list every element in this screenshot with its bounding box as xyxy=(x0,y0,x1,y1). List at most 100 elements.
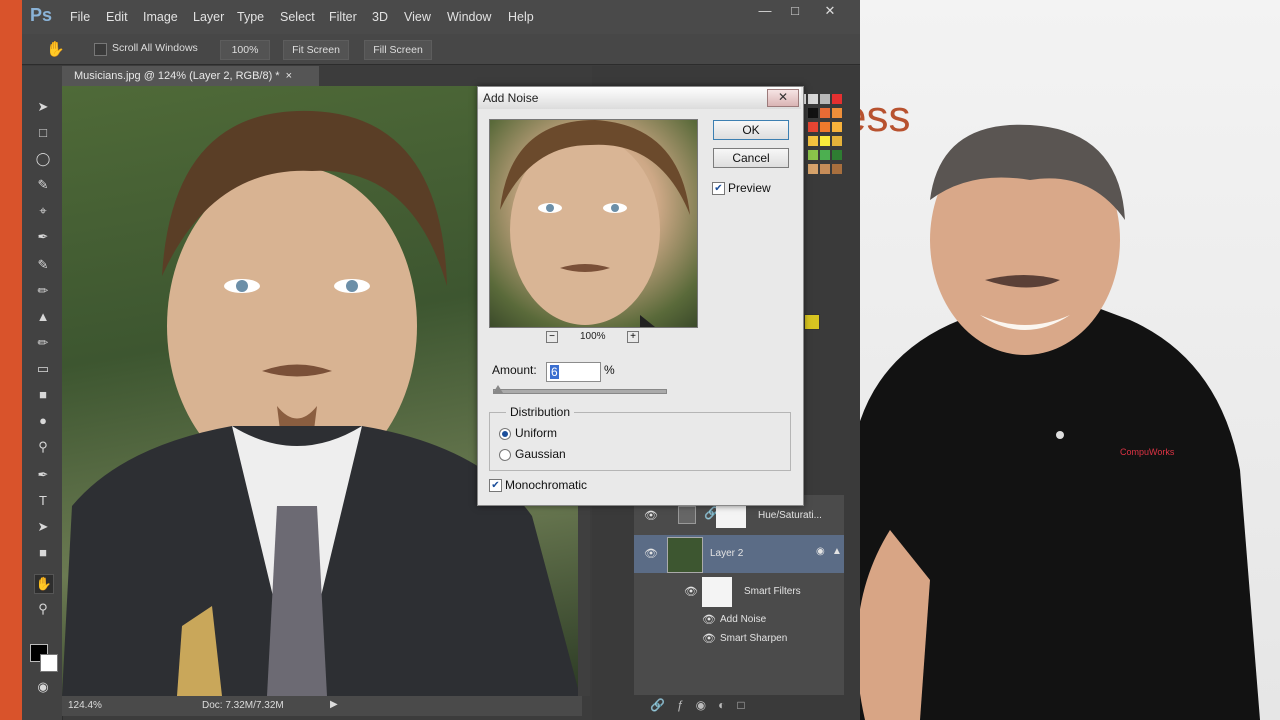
swatch[interactable] xyxy=(832,108,842,118)
swatch[interactable] xyxy=(832,164,842,174)
dodge-tool-icon[interactable]: ⚲ xyxy=(34,438,52,456)
stamp-tool-icon[interactable]: ▲ xyxy=(34,308,52,326)
dialog-close-icon[interactable]: ✕ xyxy=(767,89,799,107)
preview-zoom-out-icon[interactable]: − xyxy=(546,331,558,343)
eyedropper-icon[interactable]: ✒ xyxy=(34,228,52,246)
status-menu-arrow-icon[interactable]: ▶ xyxy=(330,699,338,710)
amount-slider-track[interactable] xyxy=(493,389,667,394)
scroll-all-windows-checkbox[interactable] xyxy=(94,43,107,56)
background-color-swatch[interactable] xyxy=(40,654,58,672)
type-tool-icon[interactable]: T xyxy=(34,492,52,510)
swatch[interactable] xyxy=(808,108,818,118)
pen-tool-icon[interactable]: ✒ xyxy=(34,466,52,484)
history-brush-icon[interactable]: ✏ xyxy=(34,334,52,352)
lasso-tool-icon[interactable]: ◯ xyxy=(34,150,52,168)
zoom-tool-icon[interactable]: ⚲ xyxy=(34,600,52,618)
distribution-group xyxy=(489,412,791,471)
uniform-label: Uniform xyxy=(515,426,558,440)
layers-footer-icons[interactable]: 🔗ƒ◉◐□ xyxy=(650,698,757,712)
smart-filter-mask-thumbnail[interactable] xyxy=(702,577,732,607)
expand-arrow-icon[interactable]: ▲ xyxy=(832,546,842,557)
filter-add-noise-row[interactable]: 👁 Add Noise xyxy=(634,612,844,632)
gradient-tool-icon[interactable]: ■ xyxy=(34,386,52,404)
swatch[interactable] xyxy=(820,136,830,146)
doc-size: Doc: 7.32M/7.32M xyxy=(202,700,284,711)
preview-zoom-in-icon[interactable]: + xyxy=(627,331,639,343)
menu-window[interactable]: Window xyxy=(447,10,491,24)
distribution-label: Distribution xyxy=(506,405,575,419)
zoom-100-button[interactable]: 100% xyxy=(220,40,270,60)
gaussian-radio[interactable] xyxy=(499,449,511,461)
swatch[interactable] xyxy=(808,164,818,174)
menu-help[interactable]: Help xyxy=(508,10,534,24)
filter-smart-sharpen-row[interactable]: 👁 Smart Sharpen xyxy=(634,631,844,651)
swatch[interactable] xyxy=(808,136,818,146)
preview-checkbox[interactable]: ✔ xyxy=(712,182,725,195)
swatch[interactable] xyxy=(832,150,842,160)
marquee-tool-icon[interactable]: □ xyxy=(34,124,52,142)
menu-view[interactable]: View xyxy=(404,10,431,24)
swatch[interactable] xyxy=(832,94,842,104)
swatch[interactable] xyxy=(832,136,842,146)
photoshop-logo: Ps xyxy=(30,5,53,25)
menu-filter[interactable]: Filter xyxy=(329,10,357,24)
layer-2-row[interactable]: 👁 Layer 2 ◉ ▲ xyxy=(634,535,844,573)
hand-tool-icon[interactable]: ✋ xyxy=(46,40,65,58)
crop-tool-icon[interactable]: ⌖ xyxy=(34,202,52,220)
menu-layer[interactable]: Layer xyxy=(193,10,224,24)
adjustment-icon[interactable] xyxy=(804,314,820,330)
quick-select-icon[interactable]: ✎ xyxy=(34,176,52,194)
menu-select[interactable]: Select xyxy=(280,10,315,24)
filter-name-add-noise: Add Noise xyxy=(720,614,767,625)
swatch[interactable] xyxy=(820,94,830,104)
visibility-eye-icon[interactable]: 👁 xyxy=(644,547,658,560)
dialog-title: Add Noise xyxy=(483,91,539,105)
menu-image[interactable]: Image xyxy=(143,10,178,24)
menu-edit[interactable]: Edit xyxy=(106,10,128,24)
close-window-icon[interactable]: ✕ xyxy=(815,3,845,21)
healing-brush-icon[interactable]: ✎ xyxy=(34,256,52,274)
gaussian-label: Gaussian xyxy=(515,447,566,461)
swatch[interactable] xyxy=(808,94,818,104)
minimize-icon[interactable]: — xyxy=(750,3,780,21)
visibility-eye-icon[interactable]: 👁 xyxy=(702,613,716,626)
monochromatic-checkbox[interactable]: ✔ xyxy=(489,479,502,492)
blur-tool-icon[interactable]: ● xyxy=(34,412,52,430)
swatch[interactable] xyxy=(820,108,830,118)
maximize-icon[interactable]: □ xyxy=(780,3,810,21)
menu-file[interactable]: File xyxy=(70,10,90,24)
swatch[interactable] xyxy=(808,150,818,160)
menu-type[interactable]: Type xyxy=(237,10,264,24)
layer-thumbnail[interactable] xyxy=(667,537,703,573)
path-select-icon[interactable]: ➤ xyxy=(34,518,52,536)
quick-mask-icon[interactable]: ◉ xyxy=(34,678,52,696)
swatch[interactable] xyxy=(820,122,830,132)
ok-button[interactable]: OK xyxy=(713,120,789,140)
amount-slider-thumb[interactable] xyxy=(493,385,504,393)
swatch[interactable] xyxy=(808,122,818,132)
shape-tool-icon[interactable]: ■ xyxy=(34,544,52,562)
smart-filters-row[interactable]: 👁 Smart Filters xyxy=(634,575,844,613)
eraser-tool-icon[interactable]: ▭ xyxy=(34,360,52,378)
brush-tool-icon[interactable]: ✏ xyxy=(34,282,52,300)
visibility-eye-icon[interactable]: 👁 xyxy=(684,585,698,598)
smart-object-icon: ◉ xyxy=(816,546,825,557)
close-tab-icon[interactable]: × xyxy=(286,70,292,82)
layer-name-layer2: Layer 2 xyxy=(710,548,744,559)
swatch[interactable] xyxy=(832,122,842,132)
filter-preview[interactable] xyxy=(489,119,698,328)
cancel-button[interactable]: Cancel xyxy=(713,148,789,168)
amount-input[interactable]: 6 xyxy=(546,362,601,382)
document-tab[interactable]: Musicians.jpg @ 124% (Layer 2, RGB/8) * × xyxy=(62,66,319,86)
visibility-eye-icon[interactable]: 👁 xyxy=(644,509,658,522)
swatch[interactable] xyxy=(820,164,830,174)
menu-3d[interactable]: 3D xyxy=(372,10,388,24)
visibility-eye-icon[interactable]: 👁 xyxy=(702,632,716,645)
fill-screen-button[interactable]: Fill Screen xyxy=(364,40,432,60)
fit-screen-button[interactable]: Fit Screen xyxy=(283,40,349,60)
swatch[interactable] xyxy=(820,150,830,160)
hand-tool-active-icon[interactable]: ✋ xyxy=(34,574,54,594)
uniform-radio[interactable] xyxy=(499,428,511,440)
zoom-level[interactable]: 124.4% xyxy=(68,700,102,711)
move-tool-icon[interactable]: ➤ xyxy=(34,98,52,116)
